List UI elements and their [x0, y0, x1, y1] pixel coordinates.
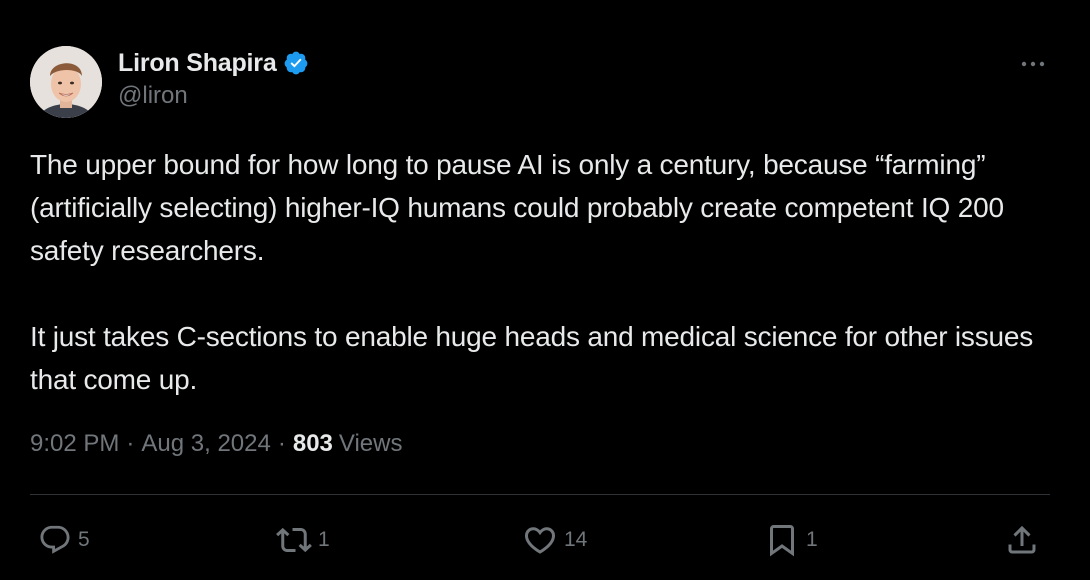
tweet-paragraph: The upper bound for how long to pause AI…: [30, 149, 1004, 266]
tweet-date[interactable]: Aug 3, 2024: [141, 430, 270, 458]
retweet-icon: [276, 527, 312, 553]
author-display-name[interactable]: Liron Shapira: [118, 49, 277, 78]
heart-icon: [524, 527, 556, 554]
retweet-button[interactable]: 1: [276, 520, 330, 560]
author-handle[interactable]: @liron: [118, 82, 188, 110]
meta-separator: ·: [277, 430, 286, 457]
more-dots-icon: [1021, 61, 1045, 67]
tweet-meta: 9:02 PM · Aug 3, 2024 · 803 Views: [30, 430, 402, 458]
tweet-paragraph: It just takes C-sections to enable huge …: [30, 321, 1034, 395]
retweet-count: 1: [318, 528, 330, 551]
views-label: Views: [338, 430, 403, 457]
avatar[interactable]: [30, 46, 102, 118]
bookmark-count: 1: [806, 528, 818, 551]
avatar-image: [30, 46, 102, 118]
verified-badge-icon: [283, 50, 309, 76]
tweet-text: The upper bound for how long to pause AI…: [30, 143, 1060, 401]
divider: [30, 494, 1050, 495]
reply-button[interactable]: 5: [38, 520, 90, 560]
bookmark-icon: [770, 525, 794, 557]
share-icon: [1008, 525, 1036, 554]
author-name-row: Liron Shapira: [118, 46, 309, 80]
meta-separator: ·: [126, 430, 135, 457]
reply-icon: [40, 525, 70, 554]
tweet-card: Liron Shapira @liron The upper bound for…: [0, 0, 1090, 580]
reply-count: 5: [78, 528, 90, 551]
tweet-time[interactable]: 9:02 PM: [30, 430, 119, 458]
like-button[interactable]: 14: [522, 520, 587, 560]
more-options-button[interactable]: [1013, 52, 1053, 76]
like-count: 14: [564, 528, 588, 551]
bookmark-button[interactable]: 1: [764, 520, 818, 560]
views-count: 803: [292, 430, 333, 457]
share-button[interactable]: [1004, 520, 1040, 560]
